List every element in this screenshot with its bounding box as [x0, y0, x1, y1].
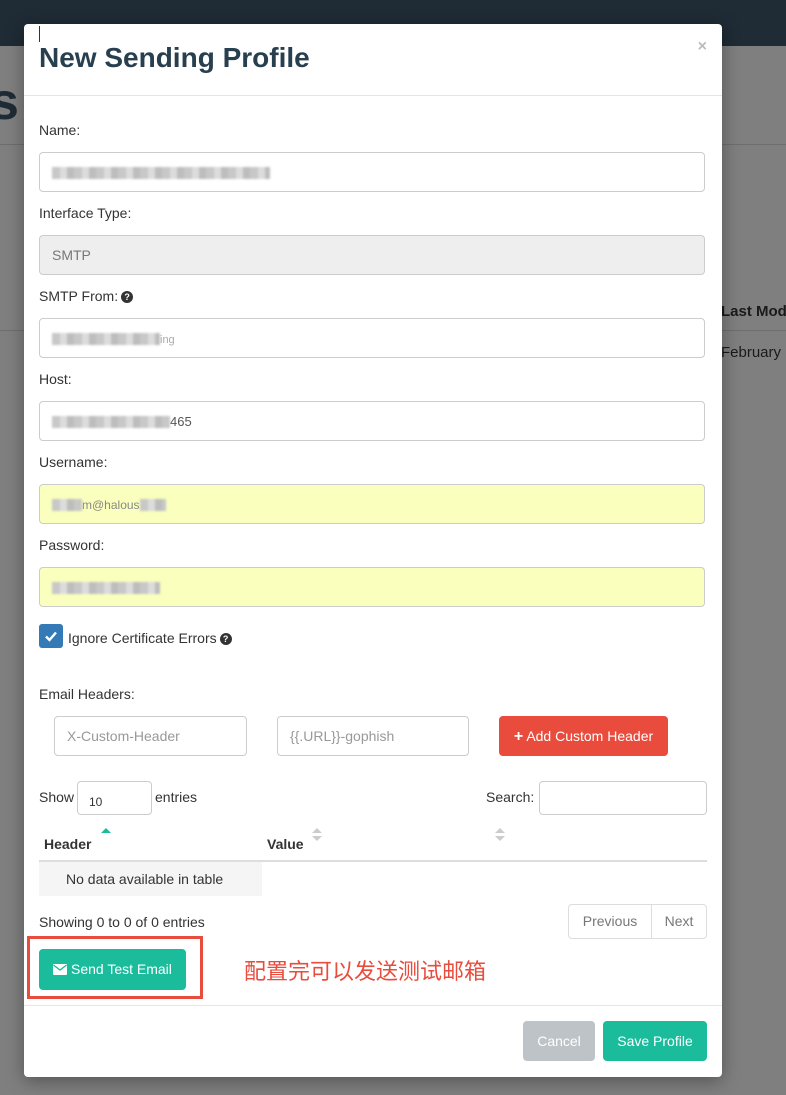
smtp-from-visible-tail: ing [160, 334, 175, 346]
question-circle-icon[interactable]: ? [121, 291, 134, 304]
plus-icon: + [513, 728, 524, 745]
ignore-cert-checkbox[interactable] [39, 624, 63, 648]
sending-profile-modal: New Sending Profile × Name: Interface Ty… [24, 24, 722, 1077]
empty-table-message: No data available in table [39, 862, 262, 896]
entries-label: entries [155, 789, 198, 805]
envelope-icon [53, 964, 68, 975]
redacted-value [52, 167, 270, 180]
ignore-cert-label-text: Ignore Certificate Errors [68, 630, 217, 646]
annotation-text: 配置完可以发送测试邮箱 [244, 959, 487, 984]
masked-password [52, 582, 160, 595]
search-label: Search: [486, 789, 535, 805]
host-port-text: 465 [170, 414, 192, 429]
sort-asc-icon[interactable] [101, 826, 111, 844]
modal-footer-divider [24, 1005, 722, 1006]
background-title-fragment: s [0, 73, 19, 131]
modal-header: New Sending Profile × [24, 24, 722, 96]
redacted-value [52, 499, 82, 512]
password-label: Password: [39, 537, 105, 553]
host-input[interactable]: 465 [39, 401, 705, 441]
add-custom-header-label: Add Custom Header [526, 728, 654, 744]
custom-header-value-input[interactable]: {{.URL}}-gophish [277, 716, 469, 756]
sort-both-icon[interactable] [495, 826, 505, 844]
column-header-value[interactable]: Value [267, 836, 304, 852]
column-header-header[interactable]: Header [44, 836, 91, 852]
close-icon[interactable]: × [698, 38, 707, 56]
name-label: Name: [39, 122, 81, 138]
show-label: Show [39, 789, 75, 805]
email-headers-label: Email Headers: [39, 686, 135, 702]
send-test-email-label: Send Test Email [70, 961, 172, 977]
sort-both-icon[interactable] [312, 826, 322, 844]
previous-page-button[interactable]: Previous [568, 904, 652, 939]
redacted-value [139, 499, 166, 512]
host-label: Host: [39, 371, 72, 387]
custom-header-input[interactable]: X-Custom-Header [54, 716, 247, 756]
ignore-cert-label: Ignore Certificate Errors? [68, 630, 232, 646]
check-icon [45, 631, 57, 642]
redacted-value [52, 416, 170, 429]
page-length-select[interactable]: 10 [77, 781, 152, 815]
password-input[interactable] [39, 567, 705, 607]
interface-type-field: SMTP [39, 235, 705, 275]
username-visible-fragment: m@halous [82, 498, 140, 512]
name-input[interactable] [39, 152, 705, 192]
smtp-from-label: SMTP From:? [39, 288, 134, 304]
question-circle-icon[interactable]: ? [219, 633, 232, 646]
next-page-button[interactable]: Next [651, 904, 707, 939]
add-custom-header-button[interactable]: + Add Custom Header [499, 716, 668, 756]
username-input[interactable]: m@halous [39, 484, 705, 524]
modal-title: New Sending Profile [39, 42, 310, 73]
interface-type-label: Interface Type: [39, 205, 132, 221]
background-column-header: Last Modi [721, 303, 786, 320]
send-test-email-button[interactable]: Send Test Email [39, 949, 186, 990]
table-info: Showing 0 to 0 of 0 entries [39, 914, 205, 930]
cancel-button[interactable]: Cancel [523, 1021, 595, 1061]
username-label: Username: [39, 454, 108, 470]
redacted-value [52, 333, 160, 346]
background-cell: February 1 [721, 344, 786, 361]
save-profile-button[interactable]: Save Profile [603, 1021, 707, 1061]
smtp-from-label-text: SMTP From: [39, 288, 119, 304]
table-search-input[interactable] [539, 781, 707, 815]
smtp-from-input[interactable]: ing [39, 318, 705, 358]
